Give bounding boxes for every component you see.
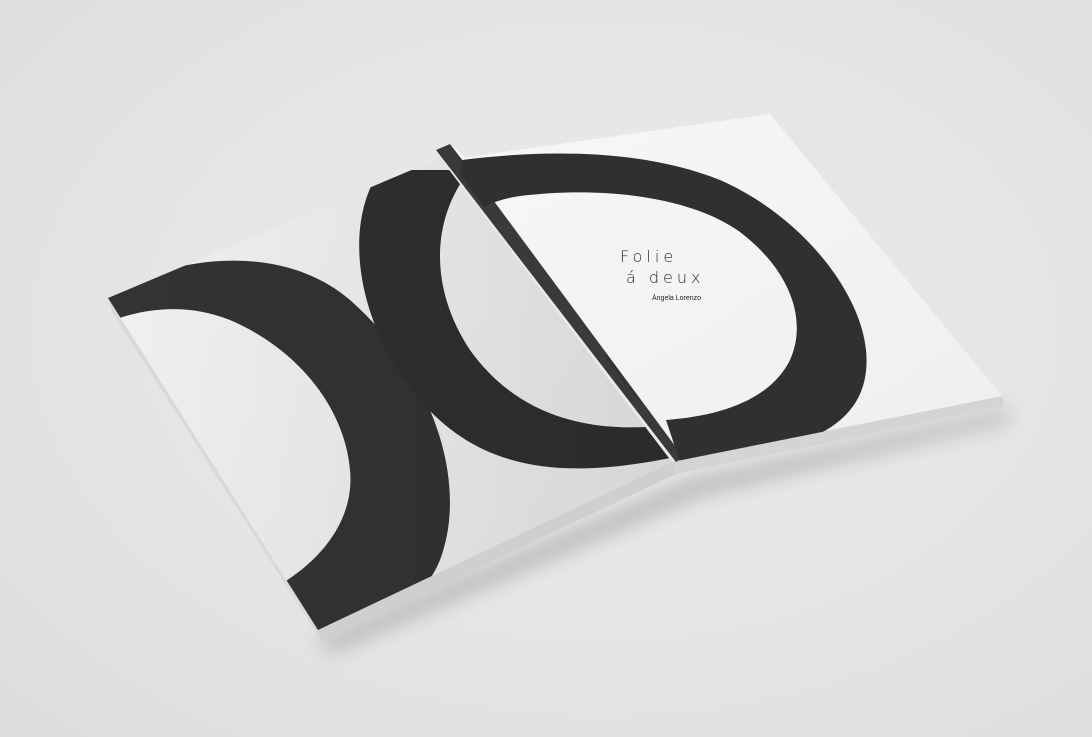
mockup-scene: Ángela Lorenzo Folie á deux Folie á deux… bbox=[0, 0, 1092, 737]
book-mockup: Ángela Lorenzo Folie á deux Folie á deux… bbox=[108, 114, 1010, 652]
cover-author: Ángela Lorenzo bbox=[652, 293, 701, 302]
cover-title-line1: Folie bbox=[620, 247, 677, 266]
cover-title-line2: á deux bbox=[626, 268, 705, 287]
